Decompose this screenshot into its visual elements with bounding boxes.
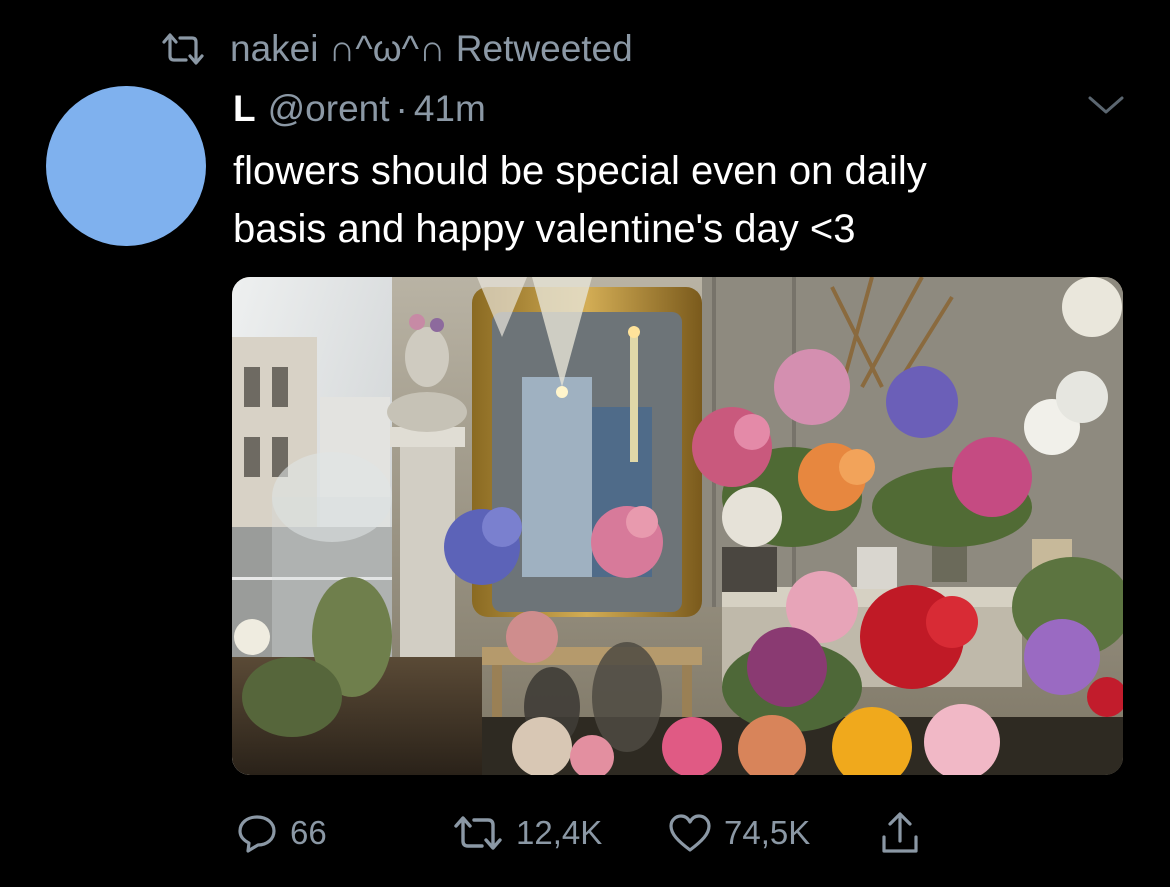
tweet-text: flowers should be special even on daily … <box>233 142 1113 258</box>
like-count: 74,5K <box>724 814 811 851</box>
retweet-context[interactable]: nakei ∩^ω^∩ Retweeted <box>160 24 633 74</box>
avatar[interactable] <box>46 86 206 246</box>
like-icon <box>668 813 712 853</box>
timestamp[interactable]: 41m <box>414 88 486 130</box>
action-bar: 66 12,4K 74,5K <box>236 806 996 860</box>
share-icon <box>880 811 920 855</box>
retweet-icon <box>160 32 206 66</box>
reply-count: 66 <box>290 814 327 851</box>
share-button[interactable] <box>880 806 932 860</box>
tweet[interactable]: nakei ∩^ω^∩ Retweeted L @orent · 41m flo… <box>0 0 1170 887</box>
retweet-icon <box>452 814 504 852</box>
like-button[interactable]: 74,5K <box>668 806 810 860</box>
tweet-text-line: flowers should be special even on daily <box>233 149 927 193</box>
user-handle[interactable]: @orent <box>268 88 390 130</box>
chevron-down-icon[interactable] <box>1086 90 1126 120</box>
tweet-header: L @orent · 41m <box>233 84 486 134</box>
retweeted-by-label: nakei ∩^ω^∩ Retweeted <box>230 28 633 69</box>
tweet-text-line: basis and happy valentine's day <3 <box>233 207 856 251</box>
retweet-button[interactable]: 12,4K <box>452 806 602 860</box>
separator-dot: · <box>395 88 408 129</box>
reply-icon <box>236 812 278 854</box>
display-name[interactable]: L <box>233 88 256 130</box>
retweet-count: 12,4K <box>516 814 603 851</box>
tweet-photo[interactable] <box>232 277 1123 775</box>
reply-button[interactable]: 66 <box>236 806 327 860</box>
